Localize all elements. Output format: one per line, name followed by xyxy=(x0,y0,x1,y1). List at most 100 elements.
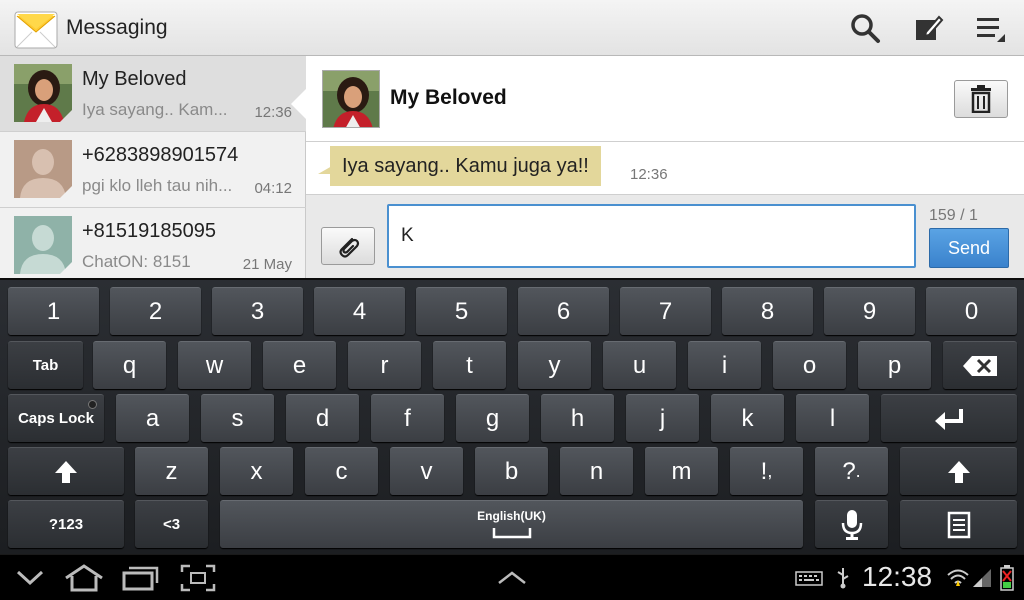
conversation-pane: My Beloved Iya sayang.. Kamu juga ya!! 1… xyxy=(306,56,1024,278)
key-5[interactable]: 5 xyxy=(416,287,507,335)
key-main-char: ? xyxy=(842,457,856,485)
key-space[interactable]: English(UK) xyxy=(220,500,803,548)
home-button[interactable] xyxy=(62,561,106,595)
paperclip-icon xyxy=(339,237,360,258)
message-list: Iya sayang.. Kamu juga ya!! 12:36 xyxy=(306,142,1024,194)
thread-preview: ChatON: 8151 xyxy=(82,252,191,271)
key-r[interactable]: r xyxy=(348,341,421,389)
battery-icon xyxy=(996,561,1018,595)
key-emoticon[interactable]: <3 xyxy=(135,500,208,548)
key-symbols[interactable]: ?123 xyxy=(8,500,124,548)
menu-button[interactable] xyxy=(970,8,1010,48)
key-t[interactable]: t xyxy=(433,341,506,389)
key-n[interactable]: n xyxy=(560,447,633,495)
key-w[interactable]: w xyxy=(178,341,251,389)
key-e[interactable]: e xyxy=(263,341,336,389)
menu-icon xyxy=(977,18,1005,42)
backspace-icon xyxy=(963,355,997,376)
thread-item[interactable]: +6283898901574 pgi klo lleh tau nih... 0… xyxy=(0,132,306,208)
screenshot-button[interactable] xyxy=(176,561,220,595)
key-o[interactable]: o xyxy=(773,341,846,389)
enter-icon xyxy=(935,408,963,430)
thread-name: My Beloved xyxy=(82,68,187,90)
key-enter[interactable] xyxy=(881,394,1017,442)
key-2[interactable]: 2 xyxy=(110,287,201,335)
key-x[interactable]: x xyxy=(220,447,293,495)
chevron-up-icon xyxy=(498,571,526,584)
key-k[interactable]: k xyxy=(711,394,784,442)
key-h[interactable]: h xyxy=(541,394,614,442)
key-6[interactable]: 6 xyxy=(518,287,609,335)
key-p[interactable]: p xyxy=(858,341,931,389)
compose-button[interactable] xyxy=(908,8,948,48)
caps-lock-indicator xyxy=(88,400,97,409)
compose-icon xyxy=(916,15,944,40)
key-clipboard[interactable] xyxy=(900,500,1017,548)
thread-item[interactable]: +81519185095 ChatON: 8151 21 May xyxy=(0,208,306,284)
key-tab[interactable]: Tab xyxy=(8,341,83,389)
app-title: Messaging xyxy=(66,16,168,39)
shift-icon xyxy=(947,460,970,483)
recent-apps-button[interactable] xyxy=(118,561,162,595)
key-shift-right[interactable] xyxy=(900,447,1017,495)
key-1[interactable]: 1 xyxy=(8,287,99,335)
key-j[interactable]: j xyxy=(626,394,699,442)
app-tray-button[interactable] xyxy=(494,561,530,595)
key-3[interactable]: 3 xyxy=(212,287,303,335)
space-icon xyxy=(492,528,531,539)
microphone-icon xyxy=(841,509,862,540)
message-input[interactable] xyxy=(387,204,916,268)
default-avatar-icon xyxy=(14,216,72,274)
search-icon xyxy=(851,14,880,43)
thread-time: 04:12 xyxy=(254,180,292,197)
key-c[interactable]: c xyxy=(305,447,378,495)
key-voice-input[interactable] xyxy=(815,500,888,548)
key-y[interactable]: y xyxy=(518,341,591,389)
key-z[interactable]: z xyxy=(135,447,208,495)
message-bubble[interactable]: Iya sayang.. Kamu juga ya!! xyxy=(330,146,601,186)
thread-time: 21 May xyxy=(242,256,292,273)
key-sub-char: , xyxy=(767,461,773,481)
key-q[interactable]: q xyxy=(93,341,166,389)
key-b[interactable]: b xyxy=(475,447,548,495)
usb-icon xyxy=(832,561,854,595)
key-8[interactable]: 8 xyxy=(722,287,813,335)
contact-photo-avatar[interactable] xyxy=(322,70,380,128)
key-v[interactable]: v xyxy=(390,447,463,495)
key-m[interactable]: m xyxy=(645,447,718,495)
contact-name: My Beloved xyxy=(390,86,507,109)
key-shift-left[interactable] xyxy=(8,447,124,495)
screenshot-icon xyxy=(180,564,216,592)
attach-button[interactable] xyxy=(321,227,375,265)
thread-list: My Beloved Iya sayang.. Kam... 12:36 +62… xyxy=(0,56,306,278)
key-i[interactable]: i xyxy=(688,341,761,389)
hide-keyboard-button[interactable] xyxy=(12,561,48,595)
key-f[interactable]: f xyxy=(371,394,444,442)
key-u[interactable]: u xyxy=(603,341,676,389)
key-caps-lock[interactable]: Caps Lock xyxy=(8,394,104,442)
chevron-down-icon xyxy=(16,570,44,586)
key-exclamation-comma[interactable]: !, xyxy=(730,447,803,495)
thread-name: +81519185095 xyxy=(82,220,217,242)
key-s[interactable]: s xyxy=(201,394,274,442)
key-4[interactable]: 4 xyxy=(314,287,405,335)
key-9[interactable]: 9 xyxy=(824,287,915,335)
key-d[interactable]: d xyxy=(286,394,359,442)
key-a[interactable]: a xyxy=(116,394,189,442)
key-backspace[interactable] xyxy=(943,341,1017,389)
character-counter: 159 / 1 xyxy=(929,207,978,224)
thread-item[interactable]: My Beloved Iya sayang.. Kam... 12:36 xyxy=(0,56,306,132)
key-0[interactable]: 0 xyxy=(926,287,1017,335)
key-7[interactable]: 7 xyxy=(620,287,711,335)
key-question-period[interactable]: ?. xyxy=(815,447,888,495)
key-l[interactable]: l xyxy=(796,394,869,442)
thread-time: 12:36 xyxy=(254,104,292,121)
space-language-label: English(UK) xyxy=(477,509,546,523)
key-g[interactable]: g xyxy=(456,394,529,442)
envelope-icon[interactable] xyxy=(14,8,58,50)
conversation-header: My Beloved xyxy=(306,56,1024,142)
send-button[interactable]: Send xyxy=(929,228,1009,268)
thread-preview: pgi klo lleh tau nih... xyxy=(82,176,233,195)
delete-button[interactable] xyxy=(954,80,1008,118)
search-button[interactable] xyxy=(845,8,885,48)
